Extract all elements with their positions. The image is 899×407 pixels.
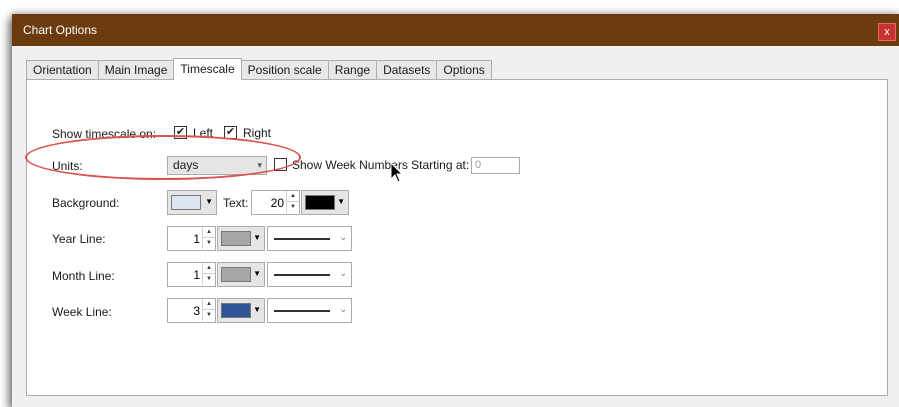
week-line-color-swatch xyxy=(221,303,251,318)
dropdown-arrow-icon: ▼ xyxy=(253,305,261,314)
line-style-preview xyxy=(274,238,330,240)
tab-main-image[interactable]: Main Image xyxy=(97,60,175,80)
text-color-picker[interactable]: ▼ xyxy=(301,190,349,215)
tab-position-scale[interactable]: Position scale xyxy=(240,60,329,80)
background-color-swatch xyxy=(171,195,201,210)
week-numbers-checkbox[interactable] xyxy=(274,158,287,171)
month-line-style-dropdown[interactable]: ⌄ xyxy=(267,262,352,287)
window-title: Chart Options xyxy=(23,23,98,37)
chevron-down-icon: ⌄ xyxy=(339,268,347,278)
dropdown-arrow-icon: ▼ xyxy=(253,269,261,278)
month-line-color-picker[interactable]: ▼ xyxy=(217,262,265,287)
close-button[interactable]: x xyxy=(878,23,896,41)
line-style-preview xyxy=(274,310,330,312)
spin-down-icon[interactable]: ▼ xyxy=(202,274,215,285)
right-label: Right xyxy=(243,126,272,140)
year-line-width-spinner[interactable]: 1 ▲ ▼ xyxy=(167,226,216,251)
right-checkbox[interactable]: ✔ xyxy=(224,126,237,139)
tab-options[interactable]: Options xyxy=(436,60,492,80)
tab-orientation[interactable]: Orientation xyxy=(26,60,99,80)
mouse-cursor-icon xyxy=(390,162,404,183)
dropdown-arrow-icon: ▼ xyxy=(205,197,213,206)
dropdown-arrow-icon: ▼ xyxy=(253,233,261,242)
spin-up-icon[interactable]: ▲ xyxy=(202,263,215,274)
chevron-down-icon: ⌄ xyxy=(339,232,347,242)
month-line-width-value: 1 xyxy=(193,268,200,282)
units-dropdown[interactable]: days ▾ xyxy=(167,156,267,175)
background-color-picker[interactable]: ▼ xyxy=(167,190,217,215)
title-bar[interactable]: Chart Options x xyxy=(12,14,899,46)
units-label: Units: xyxy=(52,159,83,173)
left-label: Left xyxy=(193,126,214,140)
text-size-value: 20 xyxy=(270,196,284,210)
spin-up-icon[interactable]: ▲ xyxy=(286,191,299,202)
week-line-width-value: 3 xyxy=(193,304,200,318)
tab-range[interactable]: Range xyxy=(327,60,378,80)
week-numbers-label: Show Week Numbers Starting at: xyxy=(292,158,470,172)
month-line-label: Month Line: xyxy=(52,269,115,283)
timescale-panel: Show timescale on: ✔ Left ✔ Right Units:… xyxy=(26,79,888,396)
text-label: Text: xyxy=(223,196,249,210)
year-line-style-dropdown[interactable]: ⌄ xyxy=(267,226,352,251)
chevron-down-icon: ▾ xyxy=(257,160,262,170)
text-size-spinner[interactable]: 20 ▲ ▼ xyxy=(251,190,300,215)
chevron-down-icon: ⌄ xyxy=(339,304,347,314)
tab-datasets[interactable]: Datasets xyxy=(376,60,438,80)
year-line-color-swatch xyxy=(221,231,251,246)
week-line-color-picker[interactable]: ▼ xyxy=(217,298,265,323)
week-numbers-start-input[interactable]: 0 xyxy=(471,157,520,174)
left-checkbox[interactable]: ✔ xyxy=(174,126,187,139)
show-timescale-label: Show timescale on: xyxy=(52,127,157,141)
tab-strip: Orientation Main Image Timescale Positio… xyxy=(26,58,492,80)
chart-options-window: Chart Options x Orientation Main Image T… xyxy=(12,14,899,407)
dropdown-arrow-icon: ▼ xyxy=(337,197,345,206)
spin-down-icon[interactable]: ▼ xyxy=(286,202,299,213)
spin-down-icon[interactable]: ▼ xyxy=(202,310,215,321)
year-line-color-picker[interactable]: ▼ xyxy=(217,226,265,251)
background-label: Background: xyxy=(52,196,120,210)
week-line-width-spinner[interactable]: 3 ▲ ▼ xyxy=(167,298,216,323)
spin-up-icon[interactable]: ▲ xyxy=(202,299,215,310)
year-line-label: Year Line: xyxy=(52,232,106,246)
year-line-width-value: 1 xyxy=(193,232,200,246)
month-line-color-swatch xyxy=(221,267,251,282)
line-style-preview xyxy=(274,274,330,276)
week-line-label: Week Line: xyxy=(52,305,112,319)
spin-down-icon[interactable]: ▼ xyxy=(202,238,215,249)
month-line-width-spinner[interactable]: 1 ▲ ▼ xyxy=(167,262,216,287)
units-value: days xyxy=(173,158,199,172)
week-line-style-dropdown[interactable]: ⌄ xyxy=(267,298,352,323)
spin-up-icon[interactable]: ▲ xyxy=(202,227,215,238)
text-color-swatch xyxy=(305,195,335,210)
tab-timescale[interactable]: Timescale xyxy=(173,58,242,80)
